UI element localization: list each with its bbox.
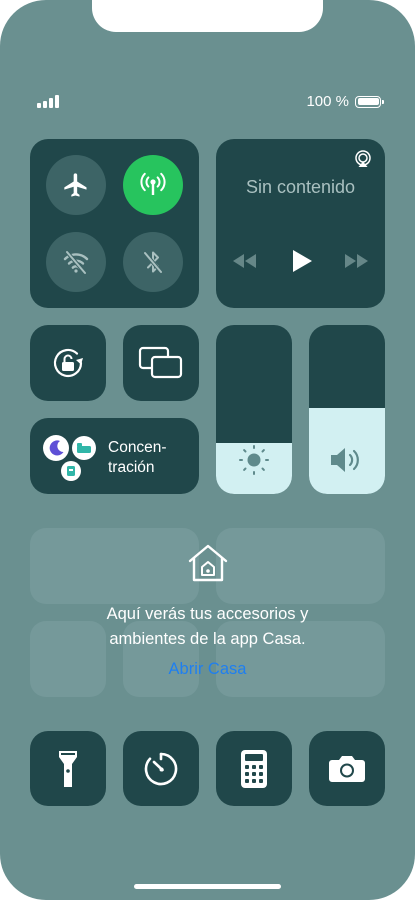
fast-forward-icon[interactable] [344, 254, 368, 268]
screen-mirroring-button[interactable] [123, 325, 199, 401]
airplane-mode-button[interactable] [46, 155, 106, 215]
bluetooth-button[interactable] [123, 232, 183, 292]
timer-button[interactable] [123, 731, 199, 806]
camera-button[interactable] [309, 731, 385, 806]
cell-signal-icon [37, 95, 59, 108]
battery-icon [355, 95, 384, 108]
cellular-data-button[interactable] [123, 155, 183, 215]
wifi-off-icon [63, 250, 89, 275]
flashlight-button[interactable] [30, 731, 106, 806]
home-placeholder-tile [216, 528, 385, 604]
volume-slider[interactable] [309, 325, 385, 494]
timer-icon [144, 752, 178, 785]
home-indicator[interactable] [134, 884, 281, 889]
screen-mirroring-icon [138, 346, 183, 379]
airplane-icon [64, 173, 87, 197]
orientation-lock-icon [53, 348, 83, 378]
airplay-icon[interactable] [354, 150, 372, 168]
wifi-button[interactable] [46, 232, 106, 292]
play-icon[interactable] [292, 250, 312, 272]
connectivity-tile [30, 139, 199, 308]
focus-button[interactable]: Concen- tración [30, 418, 199, 494]
focus-label-text: Concen- tración [108, 439, 167, 476]
notch [92, 0, 323, 32]
status-right: 100 % [306, 93, 384, 110]
media-player-tile[interactable]: Sin contenido [216, 139, 385, 308]
calculator-icon [241, 749, 267, 788]
battery-percentage: 100 % [306, 93, 349, 110]
control-center: 100 % Sin contenido Concen- tración Aquí… [0, 0, 415, 900]
rewind-icon[interactable] [233, 254, 257, 268]
camera-icon [329, 755, 365, 782]
home-placeholder-tile [30, 528, 199, 604]
home-message-line2: ambientes de la app Casa. [109, 630, 306, 648]
media-title: Sin contenido [245, 177, 356, 197]
bluetooth-off-icon [143, 251, 163, 274]
orientation-lock-button[interactable] [30, 325, 106, 401]
sun-icon [239, 445, 269, 475]
brightness-slider[interactable] [216, 325, 292, 494]
house-icon [188, 544, 228, 582]
speaker-icon [331, 448, 359, 472]
cellular-antenna-icon [140, 172, 166, 195]
focus-label: Concen- tración [108, 438, 167, 478]
flashlight-icon [59, 750, 77, 787]
calculator-button[interactable] [216, 731, 292, 806]
home-message: Aquí verás tus accesorios y ambientes de… [0, 602, 415, 652]
focus-icon-group [43, 435, 96, 481]
home-message-line1: Aquí verás tus accesorios y [106, 605, 309, 623]
open-home-link[interactable]: Abrir Casa [0, 660, 415, 679]
